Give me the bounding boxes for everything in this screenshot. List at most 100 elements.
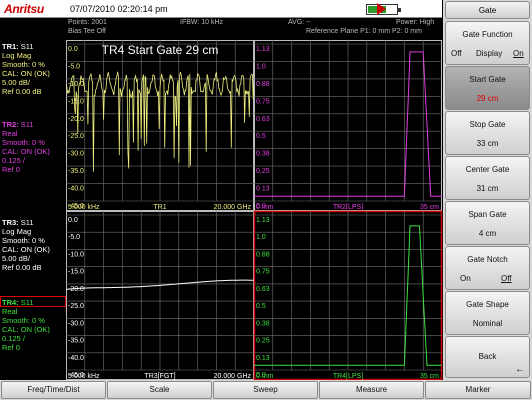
trace-ref: Ref 0.00 dB: [2, 263, 42, 272]
stop-gate-value: 33 cm: [476, 139, 499, 148]
y-tick-label: 0.13: [256, 186, 270, 193]
button-label: Gate Shape: [466, 300, 509, 309]
trace-scale: 5.00 dB/: [2, 78, 30, 87]
menu-title: Gate: [445, 1, 530, 19]
trace-param: S11: [20, 42, 34, 51]
y-tick-label: 0.75: [256, 269, 270, 276]
y-tick-label: 0.75: [256, 98, 270, 105]
gate-notch-button[interactable]: Gate Notch On Off: [445, 246, 530, 290]
trace-ref: Ref 0.00 dB: [2, 87, 42, 96]
y-tick-label: 0.25: [256, 168, 270, 175]
start-gate-button[interactable]: Start Gate 29 cm: [445, 66, 530, 110]
reference-plane-readout: Reference Plane P1: 0 mm P2: 0 mm: [306, 28, 422, 35]
center-gate-button[interactable]: Center Gate 31 cm: [445, 156, 530, 200]
gate-function-display: Display: [476, 49, 503, 58]
sweep-button[interactable]: Sweep: [213, 381, 318, 399]
gate-notch-off: Off: [501, 274, 512, 283]
status-row: Points: 2001 IFBW: 10 kHz AVG: -- Power:…: [0, 18, 442, 40]
y-tick-label: 0.38: [256, 151, 270, 158]
plot-tr1[interactable]: 0.0-5.0-10.0-15.0-20.0-25.0-30.0-35.0-40…: [65, 40, 255, 211]
trace-scale: 5.00 dB/: [2, 254, 30, 263]
bottom-menu-bar: Freq/Time/Dist Scale Sweep Measure Marke…: [0, 380, 532, 400]
trace-info-tr1[interactable]: TR1: S11 Log Mag Smooth: 0 % CAL: ON (OK…: [2, 42, 50, 96]
x-mid-label: TR4[LPS]: [333, 373, 363, 380]
points-readout: Points: 2001: [68, 19, 107, 26]
y-tick-label: -30.0: [68, 151, 84, 158]
trace-smooth: Smooth: 0 %: [2, 316, 45, 325]
ifbw-readout: IFBW: 10 kHz: [180, 19, 224, 26]
center-gate-value: 31 cm: [476, 184, 499, 193]
trace-scale: 0.125 /: [2, 156, 25, 165]
button-label: Start Gate: [469, 75, 506, 84]
button-label: Center Gate: [465, 165, 510, 174]
y-tick-label: -5.0: [68, 63, 80, 70]
plot-tr2[interactable]: 1.131.00.880.750.630.50.380.250.130.00 m…: [254, 40, 442, 211]
title-bar: Anritsu 07/07/2010 02:20:14 pm: [0, 0, 442, 18]
trace-format: Real: [2, 307, 18, 316]
x-end-label: 35 cm: [420, 373, 439, 380]
gate-function-button[interactable]: Gate Function Off Display On: [445, 21, 530, 65]
button-label: Gate Notch: [467, 255, 508, 264]
x-start-label: 0 mm: [256, 373, 274, 380]
gate-function-on: On: [513, 49, 524, 58]
x-end-label: 20.000 GHz: [214, 373, 252, 380]
bias-tee-readout: Bias Tee Off: [68, 28, 106, 35]
avg-readout: AVG: --: [288, 19, 311, 26]
plot-tr4[interactable]: 1.131.00.880.750.630.50.380.250.130.00 m…: [253, 210, 443, 381]
trace-param: S11: [20, 218, 34, 227]
trace-cal: CAL: ON (OK): [2, 325, 50, 334]
softkey-panel: Gate Gate Function Off Display On Start …: [443, 0, 532, 380]
stop-gate-button[interactable]: Stop Gate 33 cm: [445, 111, 530, 155]
y-tick-label: -5.0: [68, 234, 80, 241]
x-mid-label: TR2[LPS]: [333, 204, 363, 211]
x-mid-label: TR3[FGT]: [144, 373, 175, 380]
y-tick-label: -40.0: [68, 355, 84, 362]
y-tick-label: -35.0: [68, 168, 84, 175]
plot-tr3[interactable]: 0.0-5.0-10.0-15.0-20.0-25.0-30.0-35.0-40…: [65, 211, 254, 380]
trace-format: Log Mag: [2, 51, 32, 60]
y-tick-label: -20.0: [68, 116, 84, 123]
y-tick-label: 1.0: [256, 234, 266, 241]
y-tick-label: -40.0: [68, 186, 84, 193]
trace-name: TR1:: [2, 42, 19, 51]
trace-cal: CAL: ON (OK): [2, 245, 50, 254]
y-tick-label: -15.0: [68, 269, 84, 276]
trace-smooth: Smooth: 0 %: [2, 236, 45, 245]
x-end-label: 35 cm: [420, 204, 439, 211]
gate-shape-value: Nominal: [472, 319, 503, 328]
back-arrow-icon: ←: [515, 364, 525, 375]
y-tick-label: 0.0: [68, 46, 78, 53]
trace-smooth: Smooth: 0 %: [2, 60, 45, 69]
x-start-label: 5.000 kHz: [68, 373, 100, 380]
y-tick-label: 0.38: [256, 320, 270, 327]
measure-button[interactable]: Measure: [319, 381, 424, 399]
y-tick-label: 0.5: [256, 133, 266, 140]
scale-button[interactable]: Scale: [107, 381, 212, 399]
button-label: Span Gate: [468, 210, 507, 219]
y-tick-label: -30.0: [68, 320, 84, 327]
datetime: 07/07/2010 02:20:14 pm: [70, 4, 168, 14]
gate-notch-on: On: [460, 274, 471, 283]
y-tick-label: 0.25: [256, 338, 270, 345]
x-start-label: 5.000 kHz: [68, 204, 100, 211]
trace-info-tr4[interactable]: TR4: S11 Real Smooth: 0 % CAL: ON (OK) 0…: [2, 298, 50, 352]
trace-param: S11: [20, 298, 34, 307]
span-gate-button[interactable]: Span Gate 4 cm: [445, 201, 530, 245]
button-label: Gate Function: [462, 30, 513, 39]
gate-shape-button[interactable]: Gate Shape Nominal: [445, 291, 530, 335]
freq-time-dist-button[interactable]: Freq/Time/Dist: [1, 381, 106, 399]
trace-scale: 0.125 /: [2, 334, 25, 343]
trace-info-tr2[interactable]: TR2: S11 Real Smooth: 0 % CAL: ON (OK) 0…: [2, 120, 50, 174]
trace-name: TR3:: [2, 218, 19, 227]
y-tick-label: -25.0: [68, 303, 84, 310]
marker-button[interactable]: Marker: [425, 381, 531, 399]
button-label: Stop Gate: [469, 120, 506, 129]
anritsu-logo: Anritsu: [4, 2, 44, 16]
gate-banner: TR4 Start Gate 29 cm: [102, 43, 219, 57]
y-tick-label: 1.13: [256, 217, 270, 224]
y-tick-label: 0.5: [256, 303, 266, 310]
gate-function-off: Off: [451, 49, 462, 58]
back-button[interactable]: Back ←: [445, 336, 530, 378]
y-tick-label: 0.13: [256, 355, 270, 362]
trace-info-tr3[interactable]: TR3: S11 Log Mag Smooth: 0 % CAL: ON (OK…: [2, 218, 50, 272]
